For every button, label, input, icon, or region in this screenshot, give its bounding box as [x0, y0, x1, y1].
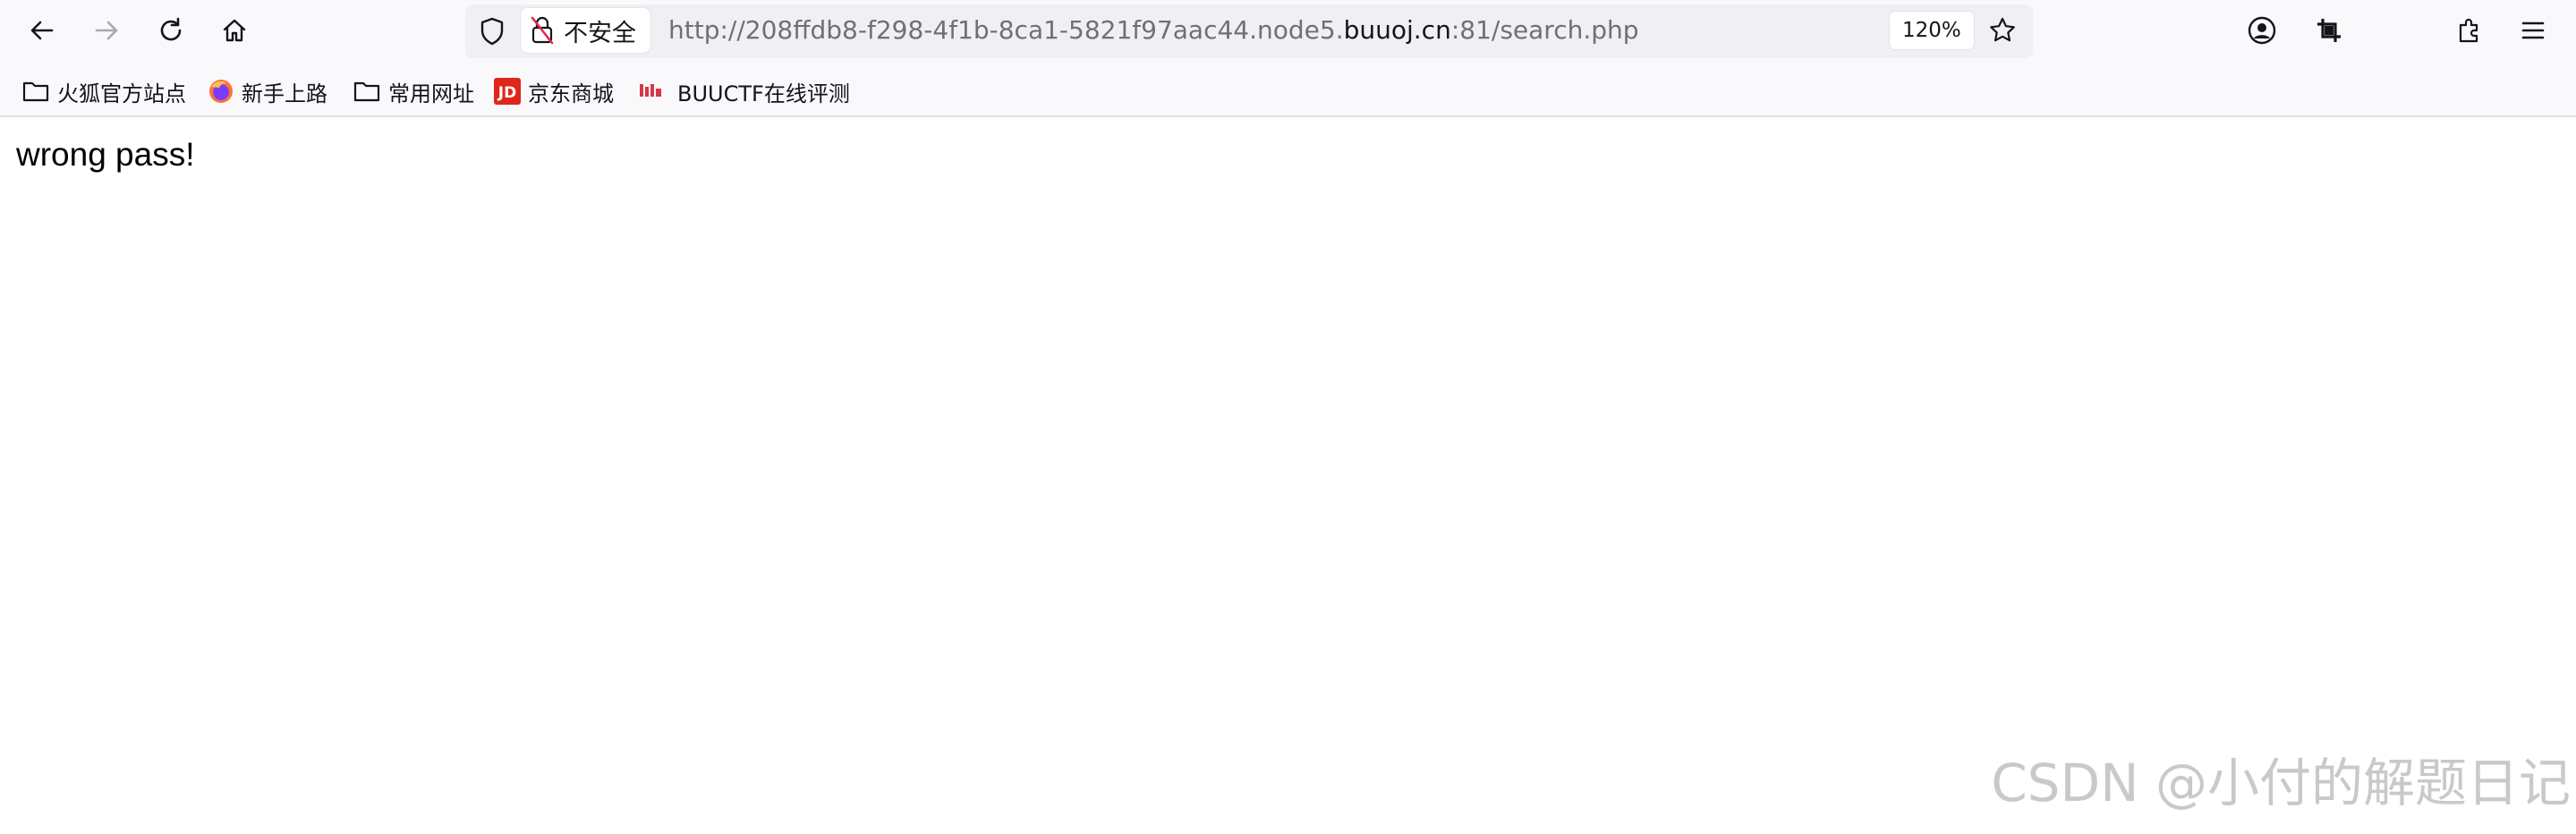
bookmark-label: 京东商城 — [528, 81, 614, 106]
forward-icon — [95, 21, 118, 40]
url-text[interactable]: http://208ffdb8-f298-4f1b-8ca1-5821f97aa… — [668, 13, 1639, 48]
insecure-label: 不安全 — [564, 19, 636, 47]
bookmark-label: BUUCTF在线评测 — [677, 81, 850, 106]
buuctf-icon — [640, 84, 661, 97]
bookmarks-toolbar: 火狐官方站点 新手上路 常用网址 JD 京东商城 BUUCTF在线评测 — [0, 70, 2576, 113]
bookmark-label: 火狐官方站点 — [57, 81, 186, 106]
bookmark-page-button[interactable] — [1983, 11, 2022, 50]
menu-icon — [2521, 21, 2545, 39]
csdn-watermark: CSDN @小付的解题日记 — [1991, 753, 2571, 813]
firefox-icon — [209, 80, 233, 103]
svg-text:JD: JD — [497, 84, 516, 102]
page-message: wrong pass! — [16, 136, 195, 173]
bookmark-star-icon — [1990, 17, 2015, 42]
bookmark-item[interactable]: 火狐官方站点 — [21, 70, 186, 113]
bookmark-label: 常用网址 — [388, 81, 474, 106]
url-suffix: :81/search.php — [1450, 15, 1639, 45]
connection-insecure-button[interactable]: 不安全 — [521, 8, 650, 53]
reload-icon — [160, 17, 182, 41]
browser-chrome: 不安全 http://208ffdb8-f298-4f1b-8ca1-5821f… — [0, 0, 2576, 117]
extensions-button[interactable] — [2450, 11, 2489, 50]
jd-icon: JD — [494, 78, 521, 105]
bookmark-item[interactable]: 常用网址 — [353, 70, 474, 113]
forward-button[interactable] — [87, 11, 126, 50]
app-menu-button[interactable] — [2513, 11, 2553, 50]
url-prefix: http://208ffdb8-f298-4f1b-8ca1-5821f97aa… — [668, 15, 1344, 45]
screenshot-button[interactable] — [2309, 11, 2349, 50]
folder-icon — [353, 81, 380, 102]
bookmark-item[interactable]: 新手上路 — [208, 70, 327, 113]
extensions-icon — [2459, 18, 2478, 43]
bookmark-item[interactable]: BUUCTF在线评测 — [638, 70, 850, 113]
home-button[interactable] — [215, 11, 254, 50]
back-button[interactable] — [22, 11, 62, 50]
navigation-toolbar: 不安全 http://208ffdb8-f298-4f1b-8ca1-5821f… — [0, 0, 2576, 61]
url-domain: buuoj.cn — [1343, 15, 1451, 45]
shield-icon — [480, 17, 504, 46]
zoom-level-button[interactable]: 120% — [1890, 12, 1974, 49]
home-icon — [223, 19, 246, 42]
back-icon — [30, 21, 54, 40]
tracking-protection-button[interactable] — [474, 13, 510, 49]
bookmark-item[interactable]: JD 京东商城 — [494, 70, 614, 113]
reload-button[interactable] — [151, 11, 191, 50]
screenshot-crop-icon — [2317, 19, 2341, 42]
folder-icon — [22, 81, 49, 102]
insecure-lock-icon — [531, 16, 554, 45]
bookmark-label: 新手上路 — [242, 81, 327, 106]
account-button[interactable] — [2242, 11, 2282, 50]
account-icon — [2248, 16, 2276, 45]
